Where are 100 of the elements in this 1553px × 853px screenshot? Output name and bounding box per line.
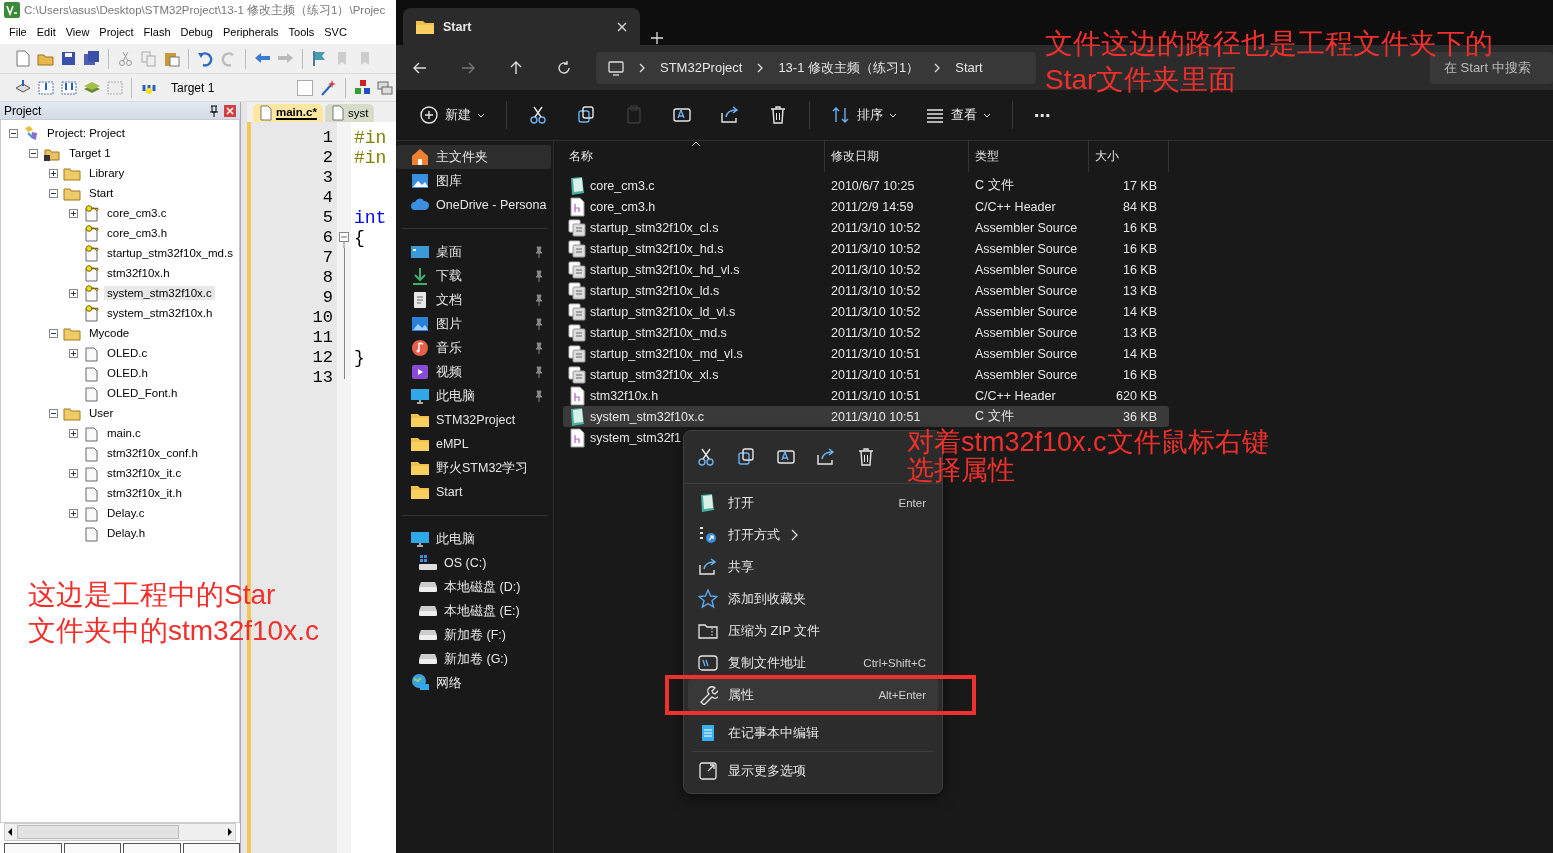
windows-icon[interactable]	[377, 79, 393, 96]
sidebar-item[interactable]: 本地磁盘 (D:)	[396, 575, 551, 599]
paste-icon[interactable]	[163, 50, 180, 67]
build-target-icon[interactable]	[37, 79, 54, 96]
tree-item[interactable]: core_cm3.c	[104, 206, 170, 220]
menu-item[interactable]: Edit	[31, 26, 61, 38]
menu-item[interactable]: 在记事本中编辑	[688, 717, 938, 749]
pin-icon[interactable]	[208, 104, 220, 117]
menu-item[interactable]: 共享	[688, 551, 938, 583]
expand-icon[interactable]	[69, 508, 78, 518]
menu-item[interactable]: 打开 Enter	[688, 487, 938, 519]
undo-icon[interactable]	[197, 50, 214, 67]
menu-item[interactable]: Flash	[138, 26, 176, 38]
tree-item[interactable]: Target 1	[66, 146, 114, 160]
close-icon[interactable]	[616, 20, 628, 33]
expand-icon[interactable]	[69, 288, 78, 298]
address-bar[interactable]: STM32Project 13-1 修改主频（练习1） Start	[596, 51, 1036, 84]
file-row[interactable]: startup_stm32f10x_hd_vl.s 2011/3/10 10:52 Assembler Source 16 KB	[563, 259, 1169, 280]
collapse-icon[interactable]	[49, 328, 58, 338]
sidebar-item[interactable]: 下载	[396, 264, 551, 288]
share-button[interactable]	[816, 447, 836, 467]
sidebar-item[interactable]: 图库	[396, 169, 551, 193]
file-row[interactable]: startup_stm32f10x_ld_vl.s 2011/3/10 10:52 Assembler Source 14 KB	[563, 301, 1169, 322]
column-header[interactable]: 修改日期	[825, 141, 969, 172]
sidebar-item[interactable]: 主文件夹	[396, 145, 551, 169]
up-arrow-icon[interactable]	[508, 59, 524, 76]
sidebar-item[interactable]: 网络	[396, 671, 551, 695]
expand-icon[interactable]	[69, 468, 78, 478]
breadcrumb-item[interactable]: 13-1 修改主频（练习1）	[778, 58, 920, 77]
sidebar-item[interactable]: 图片	[396, 312, 551, 336]
sidebar-item[interactable]: 新加卷 (G:)	[396, 647, 551, 671]
more-button[interactable]: ⋯	[1027, 99, 1058, 131]
expand-icon[interactable]	[69, 208, 78, 218]
view-button[interactable]: 查看	[918, 99, 998, 131]
tree-item[interactable]: Delay.c	[104, 506, 148, 520]
tree-item[interactable]: stm32f10x_it.h	[104, 486, 185, 500]
delete-button[interactable]	[856, 447, 876, 467]
menu-item[interactable]: 压缩为 ZIP 文件	[688, 615, 938, 647]
scroll-right-icon[interactable]	[225, 826, 235, 838]
save-icon[interactable]	[60, 50, 77, 67]
file-row[interactable]: startup_stm32f10x_cl.s 2011/3/10 10:52 Assembler Source 16 KB	[563, 217, 1169, 238]
new-button[interactable]: 新建	[412, 99, 492, 131]
menu-item[interactable]: View	[60, 26, 95, 38]
sidebar-item[interactable]: 此电脑	[396, 527, 551, 551]
collapse-icon[interactable]	[49, 188, 58, 198]
menu-item[interactable]: 显示更多选项	[688, 755, 938, 787]
tree-item[interactable]: OLED_Font.h	[104, 386, 181, 400]
expand-icon[interactable]	[69, 428, 78, 438]
editor-tab[interactable]: main.c*	[253, 104, 323, 122]
sidebar-item[interactable]: 新加卷 (F:)	[396, 623, 551, 647]
tree-item[interactable]: Project: Project	[44, 126, 128, 140]
rebuild-icon[interactable]	[60, 79, 77, 96]
tree-item[interactable]: system_stm32f10x.c	[104, 286, 215, 300]
file-row[interactable]: startup_stm32f10x_md_vl.s 2011/3/10 10:51 Assembler Source 14 KB	[563, 343, 1169, 364]
file-row[interactable]: core_cm3.c 2010/6/7 10:25 C 文件 17 KB	[563, 175, 1169, 196]
magic-wand-icon[interactable]	[319, 78, 337, 97]
sidebar-item[interactable]: 野火STM32学习	[396, 456, 551, 480]
file-row[interactable]: startup_stm32f10x_xl.s 2011/3/10 10:51 Assembler Source 16 KB	[563, 364, 1169, 385]
tree-item[interactable]: core_cm3.h	[104, 226, 171, 240]
menu-item[interactable]: File	[4, 26, 32, 38]
browser-tab[interactable]: Start	[403, 8, 640, 45]
save-all-icon[interactable]	[83, 50, 100, 67]
menu-item[interactable]: SVC	[319, 26, 352, 38]
tree-item[interactable]: startup_stm32f10x_md.s	[104, 246, 236, 260]
expand-icon[interactable]	[69, 348, 78, 358]
file-row[interactable]: stm32f10x.h 2011/3/10 10:51 C/C++ Header 620 KB	[563, 385, 1169, 406]
sidebar-item[interactable]: STM32Project	[396, 408, 551, 432]
collapse-icon[interactable]	[9, 128, 18, 138]
panel-tab[interactable]	[182, 843, 240, 853]
tree-item[interactable]: OLED.c	[104, 346, 151, 360]
menu-item[interactable]: 添加到收藏夹	[688, 583, 938, 615]
breadcrumb-item[interactable]: STM32Project	[660, 60, 743, 75]
tree-item[interactable]: Delay.h	[104, 526, 149, 540]
tree-item[interactable]: stm32f10x.h	[104, 266, 173, 280]
tree-item[interactable]: Mycode	[86, 326, 133, 340]
panel-tab[interactable]	[123, 843, 181, 853]
collapse-icon[interactable]	[49, 408, 58, 418]
file-row[interactable]: system_stm32f10x.c 2011/3/10 10:51 C 文件 36 KB	[563, 406, 1169, 427]
sidebar-item[interactable]: 本地磁盘 (E:)	[396, 599, 551, 623]
file-row[interactable]: startup_stm32f10x_md.s 2011/3/10 10:52 Assembler Source 13 KB	[563, 322, 1169, 343]
editor-tab[interactable]: syst	[324, 104, 375, 122]
expand-icon[interactable]	[49, 168, 58, 178]
sidebar-item[interactable]: 文档	[396, 288, 551, 312]
components-icon[interactable]	[354, 79, 371, 96]
sidebar-item[interactable]: 音乐	[396, 336, 551, 360]
tree-item[interactable]: Start	[86, 186, 117, 200]
tree-item[interactable]: stm32f10x_it.c	[104, 466, 185, 480]
file-row[interactable]: startup_stm32f10x_ld.s 2011/3/10 10:52 Assembler Source 13 KB	[563, 280, 1169, 301]
menu-item[interactable]: 属性 Alt+Enter	[688, 679, 938, 711]
menu-item[interactable]: Project	[94, 26, 139, 38]
file-row[interactable]: core_cm3.h 2011/2/9 14:59 C/C++ Header 84 KB	[563, 196, 1169, 217]
scrollbar-thumb[interactable]	[17, 825, 179, 839]
panel-tab[interactable]	[4, 843, 62, 853]
tree-item[interactable]: stm32f10x_conf.h	[104, 446, 201, 460]
menu-item[interactable]: 复制文件地址 Ctrl+Shift+C	[688, 647, 938, 679]
sidebar-item[interactable]: OS (C:)	[396, 551, 551, 575]
collapse-icon[interactable]	[29, 148, 38, 158]
sidebar-item[interactable]: 视频	[396, 360, 551, 384]
sidebar-item[interactable]: 桌面	[396, 240, 551, 264]
new-tab-icon[interactable]	[650, 31, 664, 45]
